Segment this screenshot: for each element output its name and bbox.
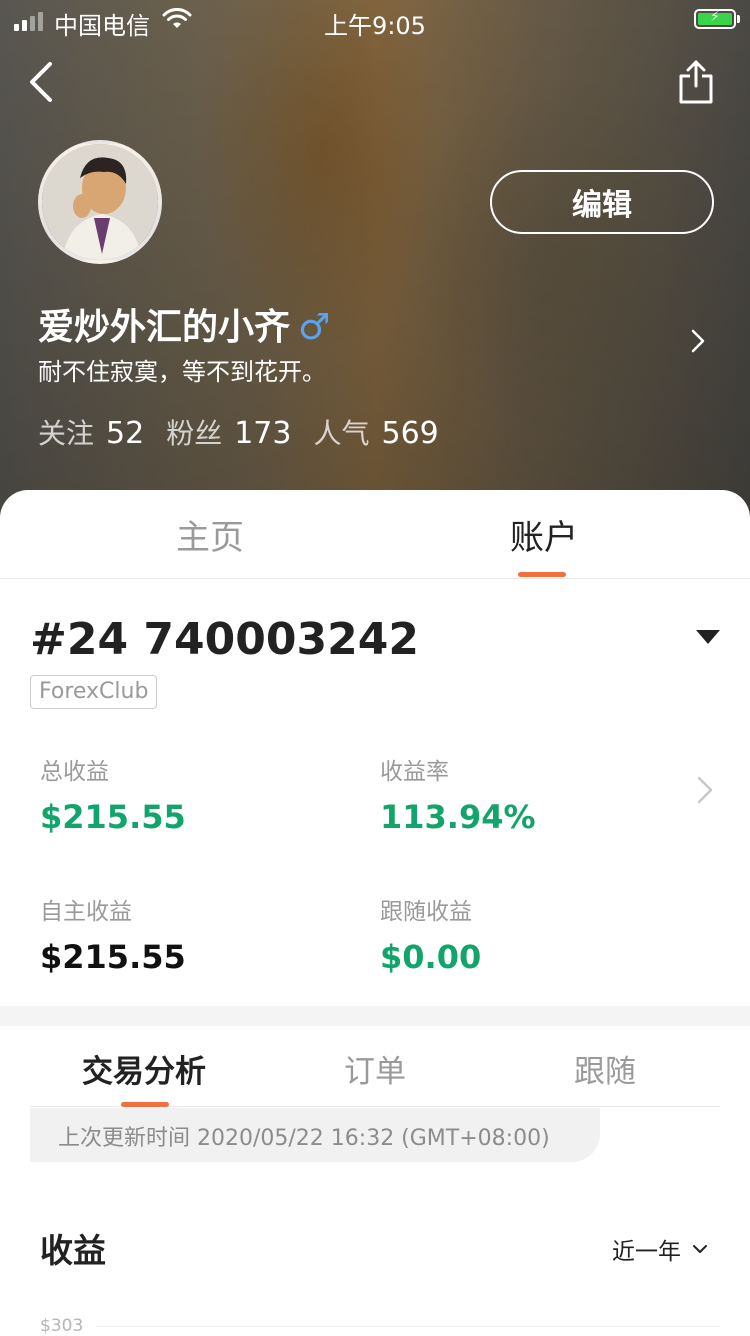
- clock: 上午9:05: [324, 12, 426, 40]
- stat-label: 人气: [313, 417, 370, 450]
- stat-label: 关注: [38, 417, 95, 450]
- return-rate-value: 113.94%: [380, 798, 536, 836]
- user-bio: 耐不住寂寞，等不到花开。: [38, 358, 326, 386]
- last-update-text: 上次更新时间 2020/05/22 16:32 (GMT+08:00): [58, 1126, 550, 1151]
- username: 爱炒外汇的小齐 ♂: [38, 298, 330, 350]
- back-icon[interactable]: [26, 60, 66, 104]
- account-number: #24 740003242: [30, 614, 419, 665]
- username-text: 爱炒外汇的小齐: [38, 307, 291, 348]
- chevron-down-icon: [693, 1245, 707, 1253]
- chart-y-tick: $303: [40, 1316, 84, 1336]
- tab-indicator: [518, 572, 566, 577]
- chart-grid-line: [96, 1326, 720, 1327]
- share-icon[interactable]: [676, 58, 716, 106]
- male-gender-icon: ♂: [298, 307, 331, 348]
- sub-tab-indicator: [121, 1102, 169, 1107]
- last-update-bar: 上次更新时间 2020/05/22 16:32 (GMT+08:00): [30, 1108, 600, 1162]
- tab-trade-analysis[interactable]: 交易分析: [82, 1046, 206, 1091]
- avatar-image: [42, 144, 158, 260]
- stat-value: 173: [234, 416, 292, 451]
- stat-label: 粉丝: [166, 417, 223, 450]
- section-divider: [0, 1006, 750, 1026]
- profit-section-title: 收益: [40, 1231, 106, 1270]
- period-select[interactable]: 近一年: [612, 1232, 709, 1266]
- stat-popularity: 人气 569: [313, 412, 438, 452]
- total-profit-value: $215.55: [40, 798, 186, 836]
- stat-value: 52: [106, 416, 145, 451]
- status-bar: 中国电信 上午9:05 ⚡: [0, 0, 750, 40]
- chevron-right-icon[interactable]: [694, 774, 716, 806]
- edit-profile-button[interactable]: 编辑: [490, 170, 714, 234]
- tab-account[interactable]: 账户: [510, 510, 578, 559]
- battery-icon: ⚡: [694, 9, 740, 29]
- stat-value: 569: [381, 416, 439, 451]
- chevron-right-icon[interactable]: [686, 326, 710, 356]
- tab-orders[interactable]: 订单: [344, 1046, 406, 1091]
- own-profit-label: 自主收益: [40, 899, 132, 925]
- avatar[interactable]: [38, 140, 162, 264]
- own-profit-value: $215.55: [40, 938, 186, 976]
- profile-stats: 关注 52 粉丝 173 人气 569: [38, 412, 461, 452]
- account-card: 主页 账户 #24 740003242 ForexClub 总收益 $215.5…: [0, 490, 750, 1336]
- profile-header: 中国电信 上午9:05 ⚡ 编辑 爱炒外汇的小齐♂ 耐不住寂寞，等不到花开。: [0, 0, 750, 520]
- tab-home[interactable]: 主页: [176, 510, 244, 559]
- follow-profit-label: 跟随收益: [380, 899, 472, 925]
- broker-tag: ForexClub: [30, 675, 158, 709]
- follow-profit-value: $0.00: [380, 938, 482, 976]
- tab-follow[interactable]: 跟随: [574, 1046, 636, 1091]
- total-profit-label: 总收益: [40, 759, 109, 785]
- stat-followers[interactable]: 粉丝 173: [166, 412, 291, 452]
- main-tabs: 主页 账户: [0, 490, 750, 579]
- return-rate-label: 收益率: [380, 759, 449, 785]
- period-select-label: 近一年: [612, 1239, 681, 1265]
- stat-following[interactable]: 关注 52: [38, 412, 144, 452]
- dropdown-triangle-icon[interactable]: [696, 630, 720, 644]
